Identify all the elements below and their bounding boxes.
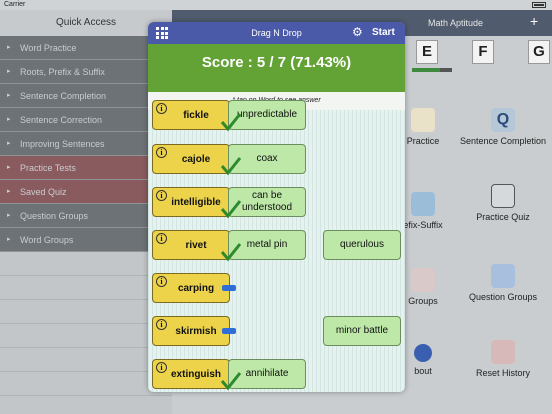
sidebar-empty-rows [0,252,172,414]
modal-title: Drag N Drop [251,28,302,38]
quick-access-sidebar: Quick Access Word Practice Roots, Prefix… [0,10,172,414]
info-icon[interactable]: i [156,319,167,330]
roots-icon [411,192,435,216]
word-label: intelligible [171,196,221,208]
status-bar: Carrier [0,0,552,10]
sidebar-title: Quick Access [0,10,172,36]
word-label: skirmish [175,325,217,337]
tile-f[interactable]: F [472,40,494,64]
word-label: cajole [181,153,211,165]
sidebar-item-question-groups[interactable]: Question Groups [0,204,172,228]
sidebar-item-sentence-correction[interactable]: Sentence Correction [0,108,172,132]
info-icon[interactable]: i [156,233,167,244]
score-text: Score : 5 / 7 (71.43%) [201,54,352,71]
word-label: fickle [183,109,209,121]
word-card[interactable]: i extinguish [152,359,230,389]
word-label: carping [177,282,215,294]
word-label: rivet [185,239,207,251]
add-button[interactable]: + [530,13,538,29]
empty-slot-indicator[interactable] [222,285,236,291]
sidebar-item-practice-tests[interactable]: Practice Tests [0,156,172,180]
word-card[interactable]: i fickle [152,100,230,130]
info-icon [414,344,432,362]
sidebar-item-sentence-completion[interactable]: Sentence Completion [0,84,172,108]
info-icon[interactable]: i [156,276,167,287]
gear-icon[interactable]: ⚙ [352,25,363,39]
q-icon: Q [491,108,515,132]
check-icon [220,372,242,391]
progress-bar-track [440,68,452,72]
quiz-icon [491,184,515,208]
sidebar-item-roots[interactable]: Roots, Prefix & Suffix [0,60,172,84]
empty-slot-indicator[interactable] [222,328,236,334]
start-button[interactable]: Start [372,27,395,38]
tile-e[interactable]: E [416,40,438,64]
grid-sentence-completion[interactable]: Q Sentence Completion [458,108,548,146]
sidebar-item-word-groups[interactable]: Word Groups [0,228,172,252]
tile-g[interactable]: G [528,40,550,64]
sidebar-item-saved-quiz[interactable]: Saved Quiz [0,180,172,204]
grid-question-groups-label: Question Groups [468,292,538,302]
modal-header: Drag N Drop ⚙ Start [148,22,405,44]
grid-about-label: bout [414,366,432,376]
drag-board: i fickle unpredictable i cajole coax i i… [148,100,405,392]
groups-icon [411,268,435,292]
grid-reset-history-label: Reset History [475,368,530,378]
progress-bar [412,68,440,72]
word-card[interactable]: i intelligible [152,187,230,217]
carrier-label: Carrier [4,1,26,8]
check-icon [220,113,242,132]
word-card[interactable]: i skirmish [152,316,230,346]
word-card[interactable]: i carping [152,273,230,303]
word-card[interactable]: i cajole [152,144,230,174]
pin-icon [491,264,515,288]
main-title: Math Aptitude [428,18,484,28]
grid-practice-label: Practice [406,136,440,146]
check-icon [220,243,242,262]
grid-roots-label: efix-Suffix [403,220,443,230]
word-label: extinguish [170,368,221,380]
word-card[interactable]: i rivet [152,230,230,260]
score-panel: Score : 5 / 7 (71.43%) [148,44,405,92]
grid-sentence-completion-label: Sentence Completion [459,136,547,146]
check-icon [220,200,242,219]
sidebar-item-word-practice[interactable]: Word Practice [0,36,172,60]
grid-groups-label: Groups [408,296,438,306]
drag-n-drop-modal: Drag N Drop ⚙ Start Score : 5 / 7 (71.43… [148,22,405,392]
battery-icon [532,2,546,8]
grid-practice-quiz-label: Practice Quiz [476,212,530,222]
info-icon[interactable]: i [156,147,167,158]
sidebar-item-improving-sentences[interactable]: Improving Sentences [0,132,172,156]
grid-question-groups[interactable]: Question Groups [458,264,548,302]
info-icon[interactable]: i [156,362,167,373]
practice-icon [411,108,435,132]
info-icon[interactable]: i [156,190,167,201]
info-icon[interactable]: i [156,103,167,114]
grid-reset-history[interactable]: Reset History [458,340,548,378]
option-card[interactable]: minor battle [323,316,401,346]
reset-icon [491,340,515,364]
option-card[interactable]: querulous [323,230,401,260]
grid-practice-quiz[interactable]: Practice Quiz [458,184,548,222]
check-icon [220,157,242,176]
